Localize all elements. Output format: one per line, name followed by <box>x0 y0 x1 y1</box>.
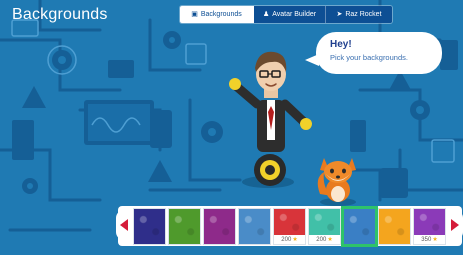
backgrounds-icon: ▣ <box>191 11 198 18</box>
swatch-price-value: 200 <box>281 236 292 243</box>
swatch-fill <box>134 209 165 244</box>
star-icon: ★ <box>327 236 333 243</box>
avatar-character <box>229 51 312 188</box>
tab-avatar-builder-label: Avatar Builder <box>272 11 317 18</box>
swatch-price-value: 350 <box>421 236 432 243</box>
swatch-fill <box>309 209 340 237</box>
page-title: Backgrounds <box>12 6 108 23</box>
tab-backgrounds-label: Backgrounds <box>200 11 242 18</box>
swatch-fill <box>344 209 375 244</box>
background-swatch[interactable]: ★ <box>378 208 411 245</box>
tab-raz-rocket-label: Raz Rocket <box>345 11 382 18</box>
scroll-left-button[interactable] <box>116 210 132 240</box>
swatch-fill <box>414 209 445 237</box>
star-icon: ★ <box>432 236 438 243</box>
background-swatch[interactable]: ★ <box>238 208 271 245</box>
tab-backgrounds[interactable]: ▣ Backgrounds <box>180 6 254 23</box>
chevron-right-icon <box>451 219 459 231</box>
background-swatch-list: ★ ★ ★ ★ 200★ 200★ ★ ★ 350★ <box>133 208 447 246</box>
speech-bubble: Hey! Pick your backgrounds. <box>316 32 442 74</box>
background-swatch[interactable]: 200 ★ <box>308 208 341 245</box>
background-swatch[interactable]: ★ <box>168 208 201 245</box>
tab-avatar-builder[interactable]: ♟ Avatar Builder <box>254 6 326 23</box>
swatch-price-value: 200 <box>316 236 327 243</box>
star-icon: ★ <box>292 236 298 243</box>
avatar-icon: ♟ <box>262 11 270 18</box>
swatch-price: 200 ★ <box>274 235 305 244</box>
swatch-fill <box>204 209 235 244</box>
fox-pet <box>317 158 356 206</box>
speech-bubble-text: Pick your backgrounds. <box>330 53 408 62</box>
swatch-price: 350 ★ <box>414 235 445 244</box>
rocket-icon: ➤ <box>336 11 343 18</box>
swatch-fill <box>169 209 200 244</box>
background-swatch-selected[interactable]: ★ <box>343 208 376 245</box>
scroll-right-button[interactable] <box>447 210 463 240</box>
background-swatch[interactable]: 200 ★ <box>273 208 306 245</box>
speech-bubble-title: Hey! <box>330 39 352 50</box>
swatch-fill <box>239 209 270 244</box>
swatch-price: 200 ★ <box>309 235 340 244</box>
swatch-fill <box>379 209 410 244</box>
tab-bar: ▣ Backgrounds ♟ Avatar Builder ➤ Raz Roc… <box>180 6 392 23</box>
chevron-left-icon <box>120 219 128 231</box>
background-swatch[interactable]: ★ <box>133 208 166 245</box>
tab-raz-rocket[interactable]: ➤ Raz Rocket <box>326 6 392 23</box>
background-swatch[interactable]: ★ <box>203 208 236 245</box>
swatch-fill <box>274 209 305 237</box>
background-swatch[interactable]: 350 ★ <box>413 208 446 245</box>
